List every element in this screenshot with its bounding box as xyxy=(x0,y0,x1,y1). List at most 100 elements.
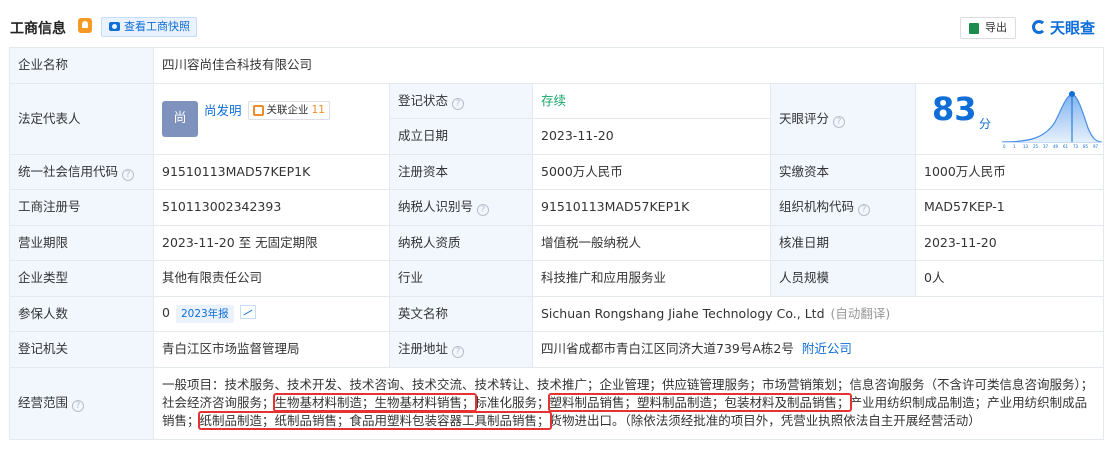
section-title: 工商信息 xyxy=(10,21,66,37)
paid-capital-label: 实缴资本 xyxy=(770,153,916,190)
credit-code-label: 统一社会信用代码? xyxy=(9,153,154,190)
authority: 青白江区市场监督管理局 xyxy=(153,331,390,368)
scope-label: 经营范围? xyxy=(9,366,154,440)
english-name-label: 英文名称 xyxy=(389,295,533,332)
approve-date: 2023-11-20 xyxy=(914,224,1105,261)
help-icon[interactable]: ? xyxy=(452,97,465,110)
excel-icon xyxy=(969,23,979,34)
org-code: MAD57KEP-1 xyxy=(914,189,1105,226)
score-value: 83 xyxy=(932,89,977,128)
svg-text:61: 61 xyxy=(1063,144,1069,149)
svg-text:85: 85 xyxy=(1083,144,1089,149)
legal-rep-name-link[interactable]: 尚发明 xyxy=(204,103,242,118)
avatar[interactable]: 尚 xyxy=(162,100,198,137)
score-cell[interactable]: 83 分 0 1 13 25 37 49 61 73 85 97 xyxy=(914,82,1105,155)
help-icon[interactable]: ? xyxy=(122,168,135,181)
svg-text:0: 0 xyxy=(1003,144,1006,149)
staff-size: 0人 xyxy=(914,260,1105,297)
score-distribution-chart: 0 1 13 25 37 49 61 73 85 97 xyxy=(1001,90,1103,149)
address-cell: 四川省成都市青白江区同济大道739号A栋2号 附近公司 xyxy=(531,331,1105,368)
reg-status-label: 登记状态? xyxy=(389,82,533,119)
insured-count: 0 xyxy=(162,305,170,321)
industry: 科技推广和应用服务业 xyxy=(532,260,771,297)
highlight-box: 纸制品制造；纸制品销售；食品用塑料包装容器工具制品销售； xyxy=(197,411,552,430)
term-label: 营业期限 xyxy=(9,224,154,261)
logo-text: 天眼查 xyxy=(1050,19,1096,37)
reg-no-label: 工商注册号 xyxy=(9,189,154,226)
legal-rep-label: 法定代表人 xyxy=(9,82,154,155)
export-button[interactable]: 导出 xyxy=(960,17,1016,39)
annual-report-badge[interactable]: 2023年报 xyxy=(175,305,234,324)
taxpayer-qual-label: 纳税人资质 xyxy=(389,224,533,261)
table-row: 工商注册号 510113002342393 纳税人识别号? 91510113MA… xyxy=(9,189,1105,226)
company-type-label: 企业类型 xyxy=(9,260,154,297)
table-row: 统一社会信用代码? 91510113MAD57KEP1K 注册资本 5000万人… xyxy=(9,153,1105,190)
table-row: 经营范围? 一般项目：技术服务、技术开发、技术咨询、技术交流、技术转让、技术推广… xyxy=(9,366,1105,440)
paid-capital: 1000万人民币 xyxy=(914,153,1105,190)
table-row: 营业期限 2023-11-20 至 无固定期限 纳税人资质 增值税一般纳税人 核… xyxy=(9,224,1105,261)
table-row: 法定代表人 尚尚发明 关联企业 11 登记状态? 存续 天眼评分? 83 分 011… xyxy=(9,82,1105,155)
camera-icon xyxy=(109,22,120,31)
score-unit: 分 xyxy=(979,116,992,131)
reg-capital-label: 注册资本 xyxy=(389,153,533,190)
highlight-box: 生物基材料制造；生物基材料销售； xyxy=(272,393,477,412)
taxpayer-qual: 增值税一般纳税人 xyxy=(532,224,771,261)
svg-text:13: 13 xyxy=(1023,144,1029,149)
help-icon[interactable]: ? xyxy=(72,400,85,412)
related-company-icon xyxy=(252,105,264,116)
company-name: 四川容尚佳合科技有限公司 xyxy=(152,47,1105,84)
company-type: 其他有限责任公司 xyxy=(153,260,390,297)
authority-label: 登记机关 xyxy=(9,331,154,368)
view-snapshot-label: 查看工商快照 xyxy=(124,20,190,33)
svg-text:25: 25 xyxy=(1033,144,1039,149)
nearby-companies-link[interactable]: 附近公司 xyxy=(802,341,852,356)
svg-text:49: 49 xyxy=(1053,144,1059,149)
help-icon[interactable]: ? xyxy=(858,204,871,217)
found-date-label: 成立日期 xyxy=(389,118,533,155)
related-count: 11 xyxy=(311,104,325,116)
svg-text:37: 37 xyxy=(1043,144,1049,149)
business-info-table: 企业名称 四川容尚佳合科技有限公司 法定代表人 尚尚发明 关联企业 11 登记状态?… xyxy=(9,47,1105,440)
english-name: Sichuan Rongshang Jiahe Technology Co., … xyxy=(541,305,825,321)
svg-text:1: 1 xyxy=(1013,144,1016,149)
export-label: 导出 xyxy=(985,21,1007,34)
approve-date-label: 核准日期 xyxy=(770,224,916,261)
table-row: 登记机关 青白江区市场监督管理局 注册地址? 四川省成都市青白江区同济大道739… xyxy=(9,331,1105,368)
tianyancha-logo-icon xyxy=(1032,20,1046,34)
svg-text:97: 97 xyxy=(1093,144,1099,149)
table-row: 参保人数 0 2023年报 英文名称 Sichuan Rongshang Jiah… xyxy=(9,295,1105,332)
reg-capital: 5000万人民币 xyxy=(532,153,771,190)
reg-no: 510113002342393 xyxy=(153,189,390,226)
reg-status: 存续 xyxy=(532,82,771,119)
address-label: 注册地址? xyxy=(389,331,533,368)
industry-label: 行业 xyxy=(389,260,533,297)
view-snapshot-button[interactable]: 查看工商快照 xyxy=(101,17,197,37)
section-header: 工商信息 查看工商快照 导出 天眼查 xyxy=(0,0,1106,44)
insured-label: 参保人数 xyxy=(9,295,154,332)
company-name-label: 企业名称 xyxy=(9,47,154,84)
term: 2023-11-20 至 无固定期限 xyxy=(153,224,390,261)
found-date: 2023-11-20 xyxy=(532,118,771,155)
table-row: 企业类型 其他有限责任公司 行业 科技推广和应用服务业 人员规模 0人 xyxy=(9,260,1105,297)
table-row: 企业名称 四川容尚佳合科技有限公司 xyxy=(9,47,1105,84)
address: 四川省成都市青白江区同济大道739号A栋2号 xyxy=(541,341,794,357)
insured-cell: 0 2023年报 xyxy=(153,295,390,332)
taxpayer-id: 91510113MAD57KEP1K xyxy=(532,189,771,226)
highlight-box: 塑料制品销售；塑料制品制造；包装材料及制品销售； xyxy=(547,393,852,412)
help-icon[interactable]: ? xyxy=(452,346,465,359)
english-name-cell: Sichuan Rongshang Jiahe Technology Co., … xyxy=(531,295,1105,332)
svg-text:73: 73 xyxy=(1073,144,1079,149)
auto-translate-note: (自动翻译) xyxy=(830,305,891,321)
business-scope: 一般项目：技术服务、技术开发、技术咨询、技术交流、技术转让、技术推广；企业管理；… xyxy=(152,366,1105,440)
score-label: 天眼评分? xyxy=(770,82,916,155)
help-icon[interactable]: ? xyxy=(833,115,846,128)
help-icon[interactable]: ? xyxy=(477,204,490,217)
related-companies-badge[interactable]: 关联企业 11 xyxy=(247,101,330,120)
related-label: 关联企业 xyxy=(266,104,309,116)
taxpayer-id-label: 纳税人识别号? xyxy=(389,189,533,226)
bell-icon[interactable] xyxy=(78,18,92,33)
credit-code: 91510113MAD57KEP1K xyxy=(153,153,390,190)
trend-chart-icon[interactable] xyxy=(239,305,256,320)
org-code-label: 组织机构代码? xyxy=(770,189,916,226)
staff-size-label: 人员规模 xyxy=(770,260,916,297)
